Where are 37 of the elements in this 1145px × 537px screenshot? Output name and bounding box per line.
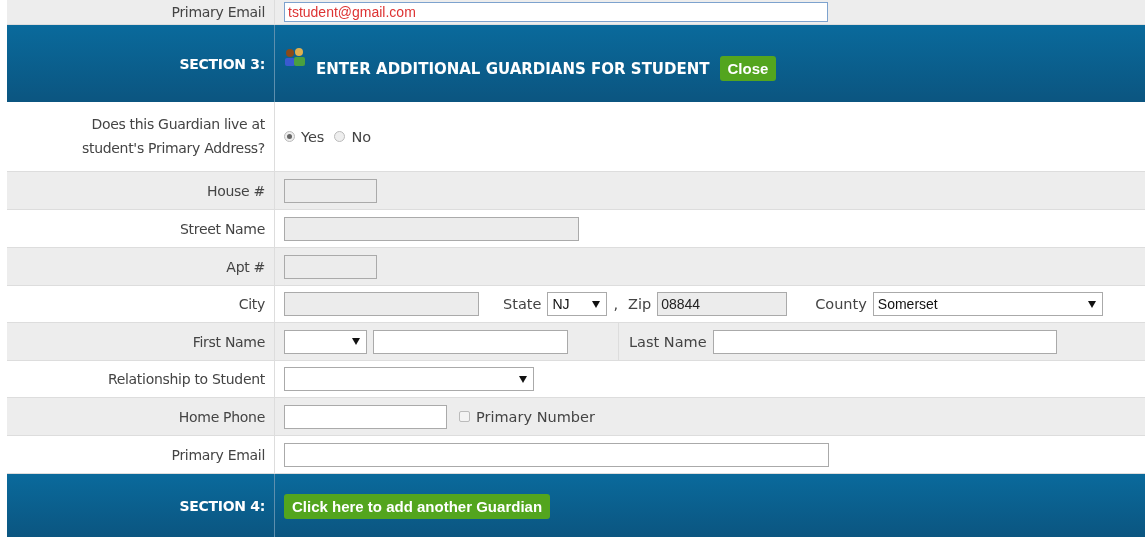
field-label: Apt # bbox=[226, 258, 265, 275]
dropdown[interactable]: NJ bbox=[547, 292, 608, 316]
field-label: Last Name bbox=[618, 323, 707, 360]
field-label: State bbox=[503, 296, 542, 312]
section-title: ENTER ADDITIONAL GUARDIANS FOR STUDENT bbox=[316, 59, 710, 78]
field-label: Zip bbox=[628, 296, 652, 312]
caret-icon bbox=[352, 338, 360, 345]
field-label: Relationship to Student bbox=[107, 371, 265, 387]
field-label: Primary Email bbox=[171, 446, 265, 463]
dropdown[interactable] bbox=[284, 329, 367, 354]
caret-icon bbox=[1087, 300, 1096, 308]
checkbox-label: Primary Number bbox=[476, 408, 595, 425]
field-label: Street Name bbox=[180, 220, 265, 237]
dropdown[interactable] bbox=[284, 367, 534, 391]
field-label: Primary Email bbox=[7, 0, 275, 24]
field-label: House # bbox=[207, 182, 265, 199]
field-label: , bbox=[613, 296, 618, 312]
radio-button[interactable] bbox=[334, 131, 346, 142]
caret-icon bbox=[519, 375, 527, 383]
radio-label: Yes bbox=[301, 128, 325, 145]
caret-icon bbox=[592, 300, 601, 308]
radio-label: No bbox=[351, 128, 372, 145]
field-label: Does this Guardian live at student's Primary Address? bbox=[80, 115, 265, 158]
input-field[interactable] bbox=[712, 329, 1057, 354]
email-field[interactable]: tstudent@gmail.com bbox=[284, 2, 828, 22]
field-label: Home Phone bbox=[178, 408, 265, 425]
checkbox[interactable] bbox=[459, 411, 470, 422]
radio-button[interactable] bbox=[284, 131, 295, 142]
field-label: First Name bbox=[192, 333, 265, 350]
people-icon bbox=[284, 47, 306, 67]
dropdown[interactable]: Somerset bbox=[872, 292, 1103, 316]
input-field[interactable] bbox=[373, 329, 568, 354]
input-field[interactable] bbox=[284, 404, 447, 429]
input-field[interactable] bbox=[284, 442, 829, 467]
section-label: SECTION 4: bbox=[7, 474, 275, 537]
field-label: City bbox=[238, 296, 265, 312]
field-label: County bbox=[815, 296, 867, 312]
